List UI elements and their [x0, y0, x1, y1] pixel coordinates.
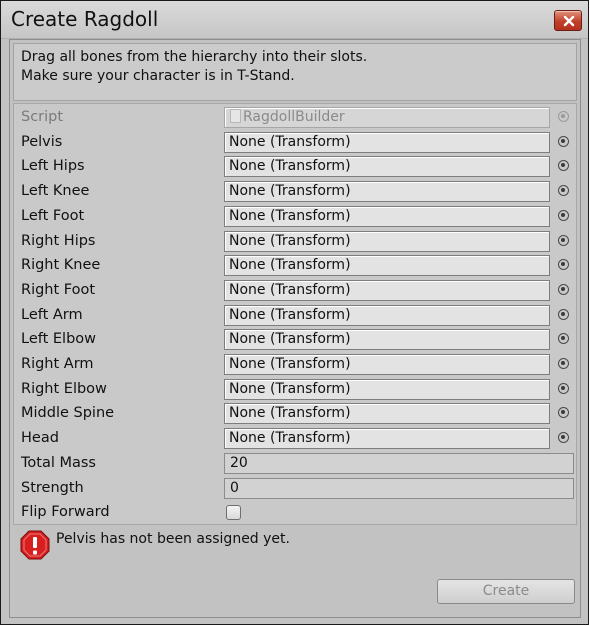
bone-field-left-elbow[interactable]: None (Transform)	[224, 329, 550, 351]
bone-row-left-knee: Left Knee None (Transform)	[14, 180, 576, 204]
bone-field-right-elbow[interactable]: None (Transform)	[224, 378, 550, 400]
object-picker-icon[interactable]	[558, 283, 569, 295]
object-picker-icon[interactable]	[558, 160, 569, 172]
bone-label: Right Hips	[21, 232, 96, 249]
script-label: Script	[21, 109, 64, 125]
strength-row: Strength 0	[14, 477, 576, 501]
create-ragdoll-window: Create Ragdoll Drag all bones from the h…	[0, 0, 589, 625]
bone-field-left-knee[interactable]: None (Transform)	[224, 181, 550, 203]
object-picker-icon[interactable]	[558, 308, 569, 320]
bone-label: Right Foot	[21, 281, 96, 298]
script-value: RagdollBuilder	[243, 109, 345, 125]
bone-label: Right Knee	[21, 257, 101, 274]
bone-field-middle-spine[interactable]: None (Transform)	[224, 403, 550, 425]
object-picker-icon[interactable]	[558, 135, 569, 147]
bone-label: Middle Spine	[21, 405, 115, 422]
bone-label: Right Arm	[21, 356, 94, 372]
flip-forward-row: Flip Forward	[14, 501, 576, 525]
help-box: Drag all bones from the hierarchy into t…	[13, 43, 577, 101]
bone-row-right-elbow: Right Elbow None (Transform)	[14, 378, 576, 402]
bone-row-middle-spine: Middle Spine None (Transform)	[14, 402, 576, 426]
bone-label: Left Knee	[21, 183, 90, 200]
object-picker-icon[interactable]	[558, 432, 569, 444]
script-file-icon	[230, 109, 241, 123]
create-button[interactable]: Create	[437, 579, 575, 604]
bone-row-left-hips: Left Hips None (Transform)	[14, 155, 576, 179]
object-picker-icon[interactable]	[558, 185, 569, 197]
bone-label: Left Arm	[21, 306, 83, 323]
bone-row-right-foot: Right Foot None (Transform)	[14, 279, 576, 303]
object-picker-icon[interactable]	[558, 209, 569, 221]
bone-field-right-foot[interactable]: None (Transform)	[224, 279, 550, 301]
close-icon	[563, 15, 575, 27]
object-picker-icon[interactable]	[558, 407, 569, 419]
bone-label: Left Elbow	[21, 331, 97, 348]
bone-row-right-arm: Right Arm None (Transform)	[14, 353, 576, 377]
flip-forward-label: Flip Forward	[21, 504, 110, 521]
flip-forward-checkbox[interactable]	[226, 505, 241, 521]
bone-row-right-hips: Right Hips None (Transform)	[14, 230, 576, 254]
total-mass-row: Total Mass 20	[14, 452, 576, 476]
script-row: Script RagdollBuilder	[14, 106, 576, 130]
properties-form: Script RagdollBuilder Pelvis None (Trans…	[13, 103, 577, 525]
bone-row-head: Head None (Transform)	[14, 427, 576, 451]
window-title: Create Ragdoll	[11, 7, 159, 31]
error-message: Pelvis has not been assigned yet.	[56, 531, 290, 547]
strength-field[interactable]: 0	[224, 477, 574, 499]
bone-label: Pelvis	[21, 133, 63, 150]
bone-field-right-arm[interactable]: None (Transform)	[224, 354, 550, 375]
bone-row-right-knee: Right Knee None (Transform)	[14, 254, 576, 278]
object-picker-icon[interactable]	[558, 259, 569, 271]
bone-row-pelvis: Pelvis None (Transform)	[14, 131, 576, 155]
total-mass-label: Total Mass	[21, 454, 96, 471]
bone-field-right-knee[interactable]: None (Transform)	[224, 255, 550, 277]
bone-label: Right Elbow	[21, 380, 107, 397]
bone-field-right-hips[interactable]: None (Transform)	[224, 230, 550, 252]
object-picker-icon[interactable]	[558, 234, 569, 246]
bone-row-left-elbow: Left Elbow None (Transform)	[14, 328, 576, 352]
title-bar[interactable]: Create Ragdoll	[1, 1, 588, 39]
object-picker-icon[interactable]	[558, 333, 569, 345]
bone-row-left-foot: Left Foot None (Transform)	[14, 205, 576, 229]
strength-label: Strength	[21, 479, 84, 496]
bone-label: Head	[21, 430, 59, 447]
bone-field-left-hips[interactable]: None (Transform)	[224, 156, 550, 178]
object-picker-icon	[558, 111, 569, 122]
script-field: RagdollBuilder	[224, 107, 550, 128]
object-picker-icon[interactable]	[558, 358, 569, 369]
error-icon	[20, 530, 50, 560]
bone-label: Left Foot	[21, 207, 85, 224]
object-picker-icon[interactable]	[558, 382, 569, 394]
help-text-line-2: Make sure your character is in T-Stand.	[21, 68, 295, 84]
bone-field-pelvis[interactable]: None (Transform)	[224, 131, 550, 153]
close-button[interactable]	[554, 10, 582, 31]
bone-field-head[interactable]: None (Transform)	[224, 428, 550, 450]
total-mass-field[interactable]: 20	[224, 452, 574, 474]
wizard-content: Drag all bones from the hierarchy into t…	[9, 39, 581, 618]
bone-row-left-arm: Left Arm None (Transform)	[14, 304, 576, 328]
bone-field-left-foot[interactable]: None (Transform)	[224, 205, 550, 227]
bone-field-left-arm[interactable]: None (Transform)	[224, 304, 550, 326]
help-text-line-1: Drag all bones from the hierarchy into t…	[21, 49, 368, 65]
bone-label: Left Hips	[21, 158, 85, 175]
